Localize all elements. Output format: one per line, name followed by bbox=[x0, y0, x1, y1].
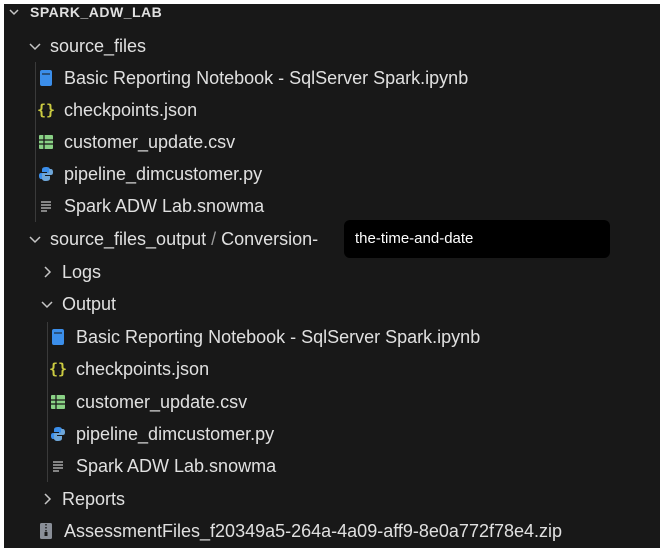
file-label: customer_update.csv bbox=[76, 391, 248, 412]
folder-reports[interactable]: Reports bbox=[4, 483, 660, 515]
text-lines-icon bbox=[50, 457, 66, 475]
chevron-down-icon bbox=[8, 6, 22, 18]
notebook-icon bbox=[38, 69, 54, 87]
text-lines-icon bbox=[38, 197, 54, 215]
python-icon bbox=[38, 165, 54, 183]
file-item[interactable]: {} checkpoints.json bbox=[4, 353, 660, 385]
file-item[interactable]: pipeline_dimcustomer.py bbox=[4, 418, 660, 450]
folder-output[interactable]: Output bbox=[4, 288, 660, 320]
file-label: Basic Reporting Notebook - SqlServer Spa… bbox=[64, 67, 469, 88]
file-item[interactable]: pipeline_dimcustomer.py bbox=[4, 158, 660, 190]
chevron-down-icon bbox=[28, 232, 42, 246]
file-label: checkpoints.json bbox=[76, 358, 210, 379]
path-separator: / bbox=[206, 228, 222, 249]
chevron-down-icon bbox=[28, 39, 42, 53]
python-icon bbox=[50, 425, 66, 443]
json-braces-icon: {} bbox=[36, 101, 56, 119]
folder-label: Logs bbox=[62, 261, 102, 282]
file-label: pipeline_dimcustomer.py bbox=[64, 163, 263, 184]
folder-logs[interactable]: Logs bbox=[4, 256, 660, 288]
json-braces-icon: {} bbox=[48, 360, 68, 378]
file-item[interactable]: customer_update.csv bbox=[4, 386, 660, 418]
csv-table-icon bbox=[50, 393, 66, 411]
file-label: Spark ADW Lab.snowma bbox=[76, 455, 277, 476]
file-item[interactable]: Spark ADW Lab.snowma bbox=[4, 190, 660, 222]
file-item[interactable]: {} checkpoints.json bbox=[4, 94, 660, 126]
file-explorer-panel: SPARK_ADW_LAB source_files Basic Reporti… bbox=[4, 4, 660, 548]
folder-label: source_files bbox=[50, 35, 147, 56]
path-child-label: Conversion- bbox=[221, 228, 319, 249]
root-folder-label: SPARK_ADW_LAB bbox=[30, 4, 163, 20]
file-item[interactable]: Spark ADW Lab.snowma bbox=[4, 450, 660, 482]
file-label: checkpoints.json bbox=[64, 99, 198, 120]
folder-label: source_files_output bbox=[50, 228, 207, 249]
file-label: customer_update.csv bbox=[64, 131, 236, 152]
path-tooltip: the-time-and-date bbox=[344, 220, 610, 258]
notebook-icon bbox=[50, 328, 66, 346]
file-label: pipeline_dimcustomer.py bbox=[76, 423, 275, 444]
file-item-zip[interactable]: AssessmentFiles_f20349a5-264a-4a09-aff9-… bbox=[4, 515, 660, 547]
folder-label: Reports bbox=[62, 488, 126, 509]
folder-source-files[interactable]: source_files bbox=[4, 30, 660, 62]
explorer-root-folder[interactable]: SPARK_ADW_LAB bbox=[4, 4, 660, 24]
chevron-down-icon bbox=[40, 297, 54, 311]
folder-label: Output bbox=[62, 293, 117, 314]
csv-table-icon bbox=[38, 133, 54, 151]
file-item[interactable]: customer_update.csv bbox=[4, 126, 660, 158]
file-item[interactable]: Basic Reporting Notebook - SqlServer Spa… bbox=[4, 321, 660, 353]
file-label: Basic Reporting Notebook - SqlServer Spa… bbox=[76, 326, 481, 347]
zip-file-icon bbox=[38, 522, 54, 540]
file-label: AssessmentFiles_f20349a5-264a-4a09-aff9-… bbox=[64, 520, 563, 541]
file-label: Spark ADW Lab.snowma bbox=[64, 195, 265, 216]
chevron-right-icon bbox=[40, 265, 54, 279]
chevron-right-icon bbox=[40, 492, 54, 506]
file-item[interactable]: Basic Reporting Notebook - SqlServer Spa… bbox=[4, 62, 660, 94]
